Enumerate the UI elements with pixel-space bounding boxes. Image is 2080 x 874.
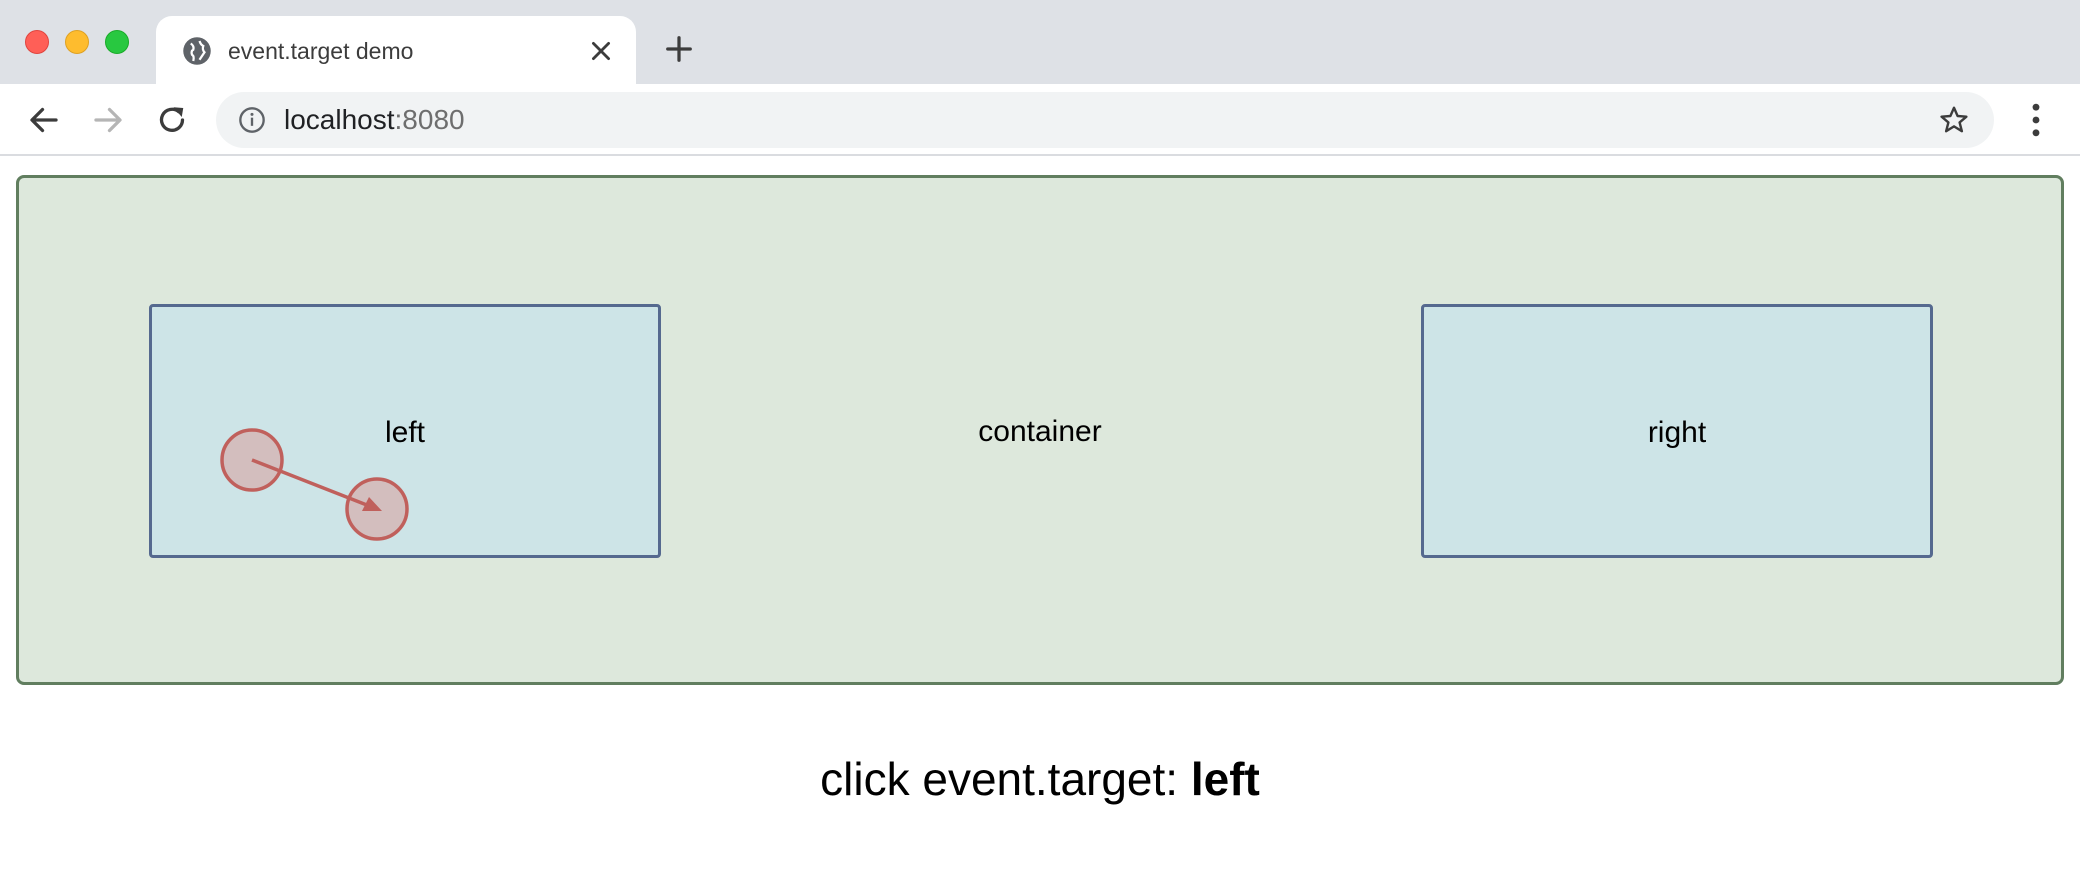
tab-title: event.target demo [228,38,414,64]
star-icon[interactable] [1938,104,1970,136]
url-port: :8080 [394,104,465,135]
right-box-label: right [1647,416,1707,449]
close-window-button[interactable] [25,30,49,54]
address-bar[interactable]: localhost:8080 [216,92,1994,148]
left-box[interactable]: left [149,304,661,558]
result-text: click event.target: left [0,752,2080,806]
url-text[interactable]: localhost:8080 [284,104,465,136]
minimize-window-button[interactable] [65,30,89,54]
container-box[interactable]: container left right [16,175,2064,685]
result-prefix: click event.target: [820,753,1179,805]
forward-arrow-icon[interactable] [90,102,126,138]
globe-icon [183,37,211,65]
menu-dots-icon[interactable] [2018,100,2054,140]
tab-strip: event.target demo [0,0,2080,84]
close-icon[interactable] [588,38,614,64]
info-icon[interactable] [238,106,266,134]
maximize-window-button[interactable] [105,30,129,54]
right-box[interactable]: right [1421,304,1933,558]
back-arrow-icon[interactable] [26,102,62,138]
browser-toolbar: localhost:8080 [0,84,2080,156]
url-host: localhost [284,104,395,135]
reload-icon[interactable] [154,102,190,138]
left-box-label: left [384,416,426,449]
tab-active[interactable]: event.target demo [156,16,636,84]
result-value: left [1190,753,1260,805]
browser-window: event.target demo localhost:8080 contain… [0,0,2080,874]
plus-icon[interactable] [664,34,694,64]
